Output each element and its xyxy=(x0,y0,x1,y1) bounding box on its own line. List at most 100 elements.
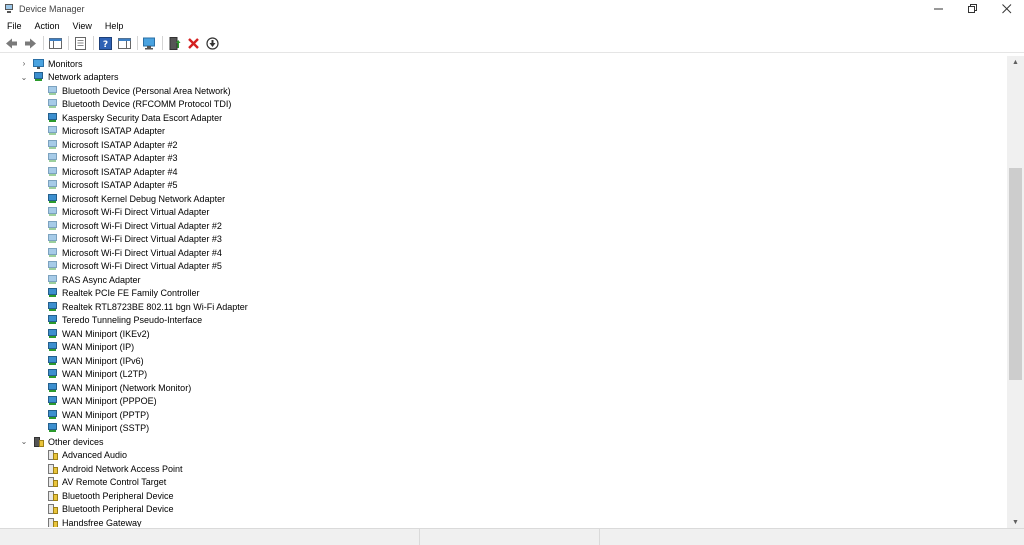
minimize-icon xyxy=(934,8,943,10)
network-adapter-item[interactable]: Microsoft Wi-Fi Direct Virtual Adapter #… xyxy=(1,219,1007,233)
network-adapter-item[interactable]: Microsoft Wi-Fi Direct Virtual Adapter #… xyxy=(1,246,1007,260)
toolbar-separator xyxy=(43,36,44,50)
help-icon: ? xyxy=(98,36,112,50)
menu-file[interactable]: File xyxy=(0,21,28,31)
network-adapter-icon xyxy=(47,396,58,406)
network-adapter-item[interactable]: WAN Miniport (SSTP) xyxy=(1,422,1007,436)
network-adapter-icon xyxy=(47,342,58,352)
device-label: Teredo Tunneling Pseudo-Interface xyxy=(62,315,203,326)
network-adapter-item[interactable]: Bluetooth Device (Personal Area Network) xyxy=(1,84,1007,98)
scan-hardware-button[interactable] xyxy=(141,35,157,51)
help-button[interactable]: ? xyxy=(97,35,113,51)
device-label: Microsoft ISATAP Adapter #2 xyxy=(62,139,178,150)
update-driver-button[interactable] xyxy=(166,35,182,51)
network-adapter-icon xyxy=(47,99,58,109)
network-adapter-icon xyxy=(47,234,58,244)
network-adapter-item[interactable]: Microsoft ISATAP Adapter xyxy=(1,125,1007,139)
other-device-item[interactable]: Bluetooth Peripheral Device xyxy=(1,489,1007,503)
other-device-item[interactable]: Advanced Audio xyxy=(1,449,1007,463)
device-manager-icon xyxy=(4,4,14,14)
network-adapter-item[interactable]: Realtek PCIe FE Family Controller xyxy=(1,287,1007,301)
toolbar: ? xyxy=(0,34,1024,53)
other-device-item[interactable]: Bluetooth Peripheral Device xyxy=(1,503,1007,517)
network-adapter-item[interactable]: Microsoft ISATAP Adapter #2 xyxy=(1,138,1007,152)
device-label: Microsoft ISATAP Adapter xyxy=(62,126,166,137)
network-adapter-item[interactable]: Microsoft ISATAP Adapter #5 xyxy=(1,179,1007,193)
scroll-down-arrow-icon: ▼ xyxy=(1012,518,1019,526)
network-adapter-item[interactable]: RAS Async Adapter xyxy=(1,273,1007,287)
device-label: Microsoft Wi-Fi Direct Virtual Adapter xyxy=(62,207,210,218)
unknown-device-warning-icon xyxy=(47,450,58,461)
unknown-device-warning-icon xyxy=(47,490,58,501)
close-button[interactable] xyxy=(990,0,1024,18)
back-button[interactable] xyxy=(3,35,19,51)
device-label: WAN Miniport (IPv6) xyxy=(62,355,144,366)
category-monitors[interactable]: › Monitors xyxy=(1,57,1007,71)
device-label: WAN Miniport (Network Monitor) xyxy=(62,382,192,393)
properties-button[interactable] xyxy=(72,35,88,51)
device-label: Microsoft ISATAP Adapter #4 xyxy=(62,166,178,177)
network-adapter-item[interactable]: WAN Miniport (IPv6) xyxy=(1,354,1007,368)
other-device-item[interactable]: AV Remote Control Target xyxy=(1,476,1007,490)
network-adapter-item[interactable]: WAN Miniport (L2TP) xyxy=(1,368,1007,382)
network-adapter-item[interactable]: WAN Miniport (IP) xyxy=(1,341,1007,355)
network-adapter-item[interactable]: WAN Miniport (IKEv2) xyxy=(1,327,1007,341)
network-adapter-item[interactable]: WAN Miniport (Network Monitor) xyxy=(1,381,1007,395)
device-label: Microsoft ISATAP Adapter #3 xyxy=(62,153,178,164)
device-label: Bluetooth Device (RFCOMM Protocol TDI) xyxy=(62,99,232,110)
other-device-item[interactable]: Android Network Access Point xyxy=(1,462,1007,476)
show-hide-console-tree-button[interactable] xyxy=(47,35,63,51)
uninstall-device-button[interactable] xyxy=(185,35,201,51)
network-adapter-icon xyxy=(47,207,58,217)
scroll-down-button[interactable]: ▼ xyxy=(1007,516,1024,528)
status-pane xyxy=(420,529,600,545)
minimize-button[interactable] xyxy=(922,0,956,18)
toolbar-separator xyxy=(162,36,163,50)
network-adapter-item[interactable]: Microsoft Wi-Fi Direct Virtual Adapter xyxy=(1,206,1007,220)
restore-icon xyxy=(968,4,977,13)
network-adapter-icon xyxy=(33,72,44,82)
network-adapter-item[interactable]: WAN Miniport (PPTP) xyxy=(1,408,1007,422)
category-other-devices[interactable]: ⌄ Other devices xyxy=(1,435,1007,449)
network-adapter-item[interactable]: Teredo Tunneling Pseudo-Interface xyxy=(1,314,1007,328)
category-network-adapters[interactable]: ⌄ Network adapters xyxy=(1,71,1007,85)
menu-action[interactable]: Action xyxy=(28,21,66,31)
device-label: Microsoft Kernel Debug Network Adapter xyxy=(62,193,226,204)
vertical-scrollbar[interactable]: ▲ ▼ xyxy=(1007,56,1024,528)
chevron-down-icon[interactable]: ⌄ xyxy=(19,72,29,82)
disable-device-button[interactable] xyxy=(204,35,220,51)
chevron-down-icon[interactable]: ⌄ xyxy=(19,437,29,447)
network-adapter-item[interactable]: Realtek RTL8723BE 802.11 bgn Wi-Fi Adapt… xyxy=(1,300,1007,314)
network-adapter-icon xyxy=(47,301,58,312)
network-adapter-item[interactable]: Microsoft Wi-Fi Direct Virtual Adapter #… xyxy=(1,260,1007,274)
network-adapter-item[interactable]: Microsoft ISATAP Adapter #3 xyxy=(1,152,1007,166)
device-label: WAN Miniport (PPTP) xyxy=(62,409,150,420)
monitor-icon xyxy=(33,58,44,69)
restore-button[interactable] xyxy=(956,0,990,18)
chevron-right-icon[interactable]: › xyxy=(19,59,29,69)
other-device-item[interactable]: Handsfree Gateway xyxy=(1,516,1007,527)
scrollbar-thumb[interactable] xyxy=(1009,168,1022,380)
menu-help[interactable]: Help xyxy=(98,21,130,31)
network-adapter-item[interactable]: Kaspersky Security Data Escort Adapter xyxy=(1,111,1007,125)
network-adapter-item[interactable]: WAN Miniport (PPPOE) xyxy=(1,395,1007,409)
network-adapter-icon xyxy=(47,355,58,366)
forward-button[interactable] xyxy=(22,35,38,51)
network-adapters-list: Bluetooth Device (Personal Area Network)… xyxy=(1,84,1007,435)
device-tree[interactable]: › Monitors ⌄ Network adapters Bluetooth … xyxy=(1,57,1007,527)
unknown-device-warning-icon xyxy=(47,517,58,527)
network-adapter-icon xyxy=(47,288,58,298)
device-label: Kaspersky Security Data Escort Adapter xyxy=(62,112,223,123)
status-bar xyxy=(0,528,1024,545)
network-adapter-item[interactable]: Bluetooth Device (RFCOMM Protocol TDI) xyxy=(1,98,1007,112)
network-adapter-item[interactable]: Microsoft Kernel Debug Network Adapter xyxy=(1,192,1007,206)
menu-view[interactable]: View xyxy=(66,21,98,31)
network-adapter-item[interactable]: Microsoft Wi-Fi Direct Virtual Adapter #… xyxy=(1,233,1007,247)
action-pane-button[interactable] xyxy=(116,35,132,51)
device-label: WAN Miniport (SSTP) xyxy=(62,423,150,434)
scroll-up-button[interactable]: ▲ xyxy=(1007,56,1024,68)
network-adapter-icon xyxy=(47,126,58,136)
network-adapter-item[interactable]: Microsoft ISATAP Adapter #4 xyxy=(1,165,1007,179)
network-adapter-icon xyxy=(47,382,58,393)
network-adapter-icon xyxy=(47,423,58,433)
